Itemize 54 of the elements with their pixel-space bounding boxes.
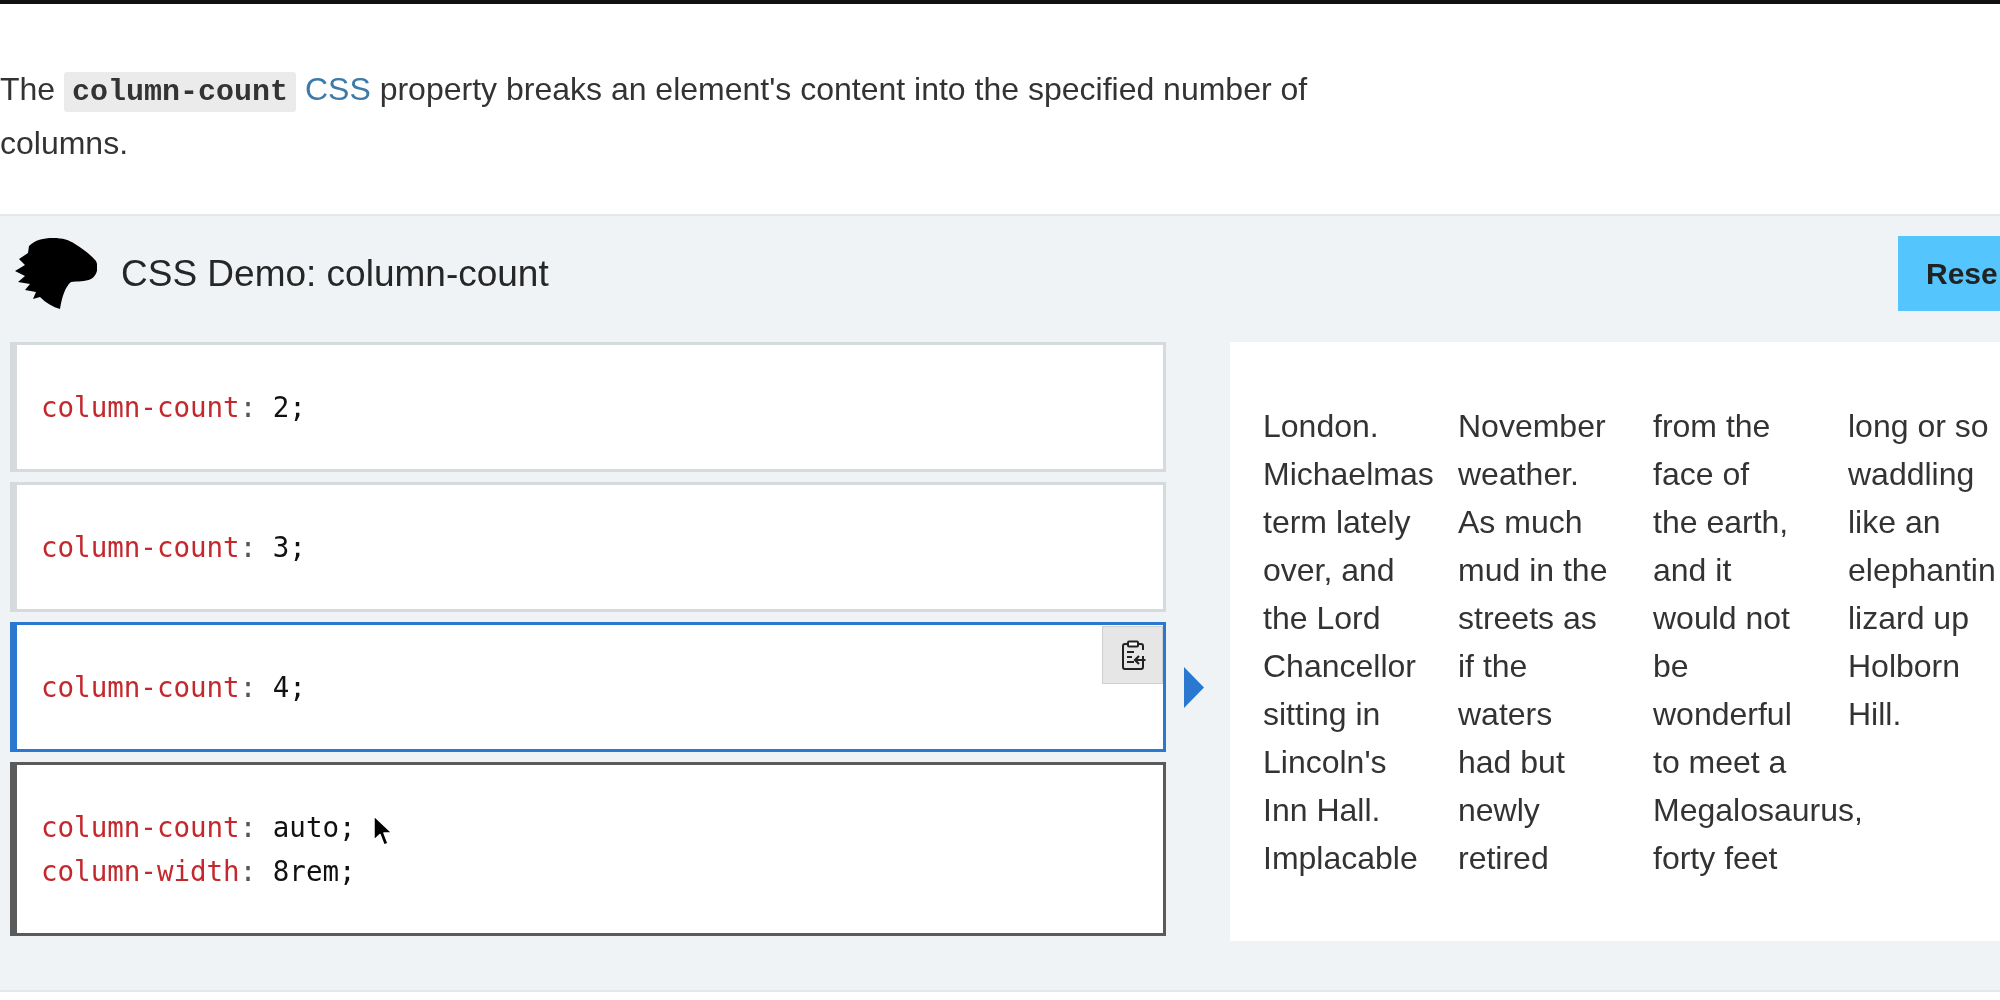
output-text-line: long or so xyxy=(1848,407,1989,446)
output-text-line: Implacable xyxy=(1263,839,1418,878)
output-text-line: like an xyxy=(1848,503,1941,542)
triangle-icon xyxy=(1184,666,1204,708)
code-line: column-width: 8rem; xyxy=(41,854,356,889)
output-text-line: from the xyxy=(1653,407,1771,446)
output-text-line: newly xyxy=(1458,791,1540,830)
output-text-line: would not xyxy=(1653,599,1790,638)
output-text-line: be xyxy=(1653,647,1689,686)
output-text-line: if the xyxy=(1458,647,1528,686)
output-text-line: Chancellor xyxy=(1263,647,1416,686)
code-line: column-count: 3; xyxy=(41,530,306,565)
output-text-line: sitting in xyxy=(1263,695,1381,734)
intro-paragraph: The column-count CSS property breaks an element's content into the specified number of columns. xyxy=(0,70,1309,163)
output-text-line: wonderful xyxy=(1653,695,1792,734)
output-text-line: weather. xyxy=(1458,455,1579,494)
code-editor[interactable]: column-count: 3; xyxy=(10,482,1166,612)
css-link[interactable]: CSS xyxy=(304,71,371,107)
output-text-line: streets as xyxy=(1458,599,1597,638)
output-text-line: the earth, xyxy=(1653,503,1789,542)
reset-button[interactable]: Rese xyxy=(1898,236,2000,311)
output-text-line: waddling xyxy=(1848,455,1975,494)
demo-title: CSS Demo: column-count xyxy=(121,252,549,295)
output-text-line: elephantin xyxy=(1848,551,1996,590)
code-editor[interactable]: column-count: 2; xyxy=(10,342,1166,472)
code-editor[interactable]: column-count: 4; xyxy=(10,622,1166,752)
output-text-line: London. xyxy=(1263,407,1379,446)
output-text-line: and it xyxy=(1653,551,1732,590)
output-text-line: As much xyxy=(1458,503,1583,542)
output-text-line: Inn Hall. xyxy=(1263,791,1381,830)
code-line: column-count: 2; xyxy=(41,390,306,425)
output-text-line: to meet a xyxy=(1653,743,1787,782)
output-text-line: face of xyxy=(1653,455,1750,494)
output-text-line: forty feet xyxy=(1653,839,1778,878)
copy-button[interactable] xyxy=(1102,626,1163,684)
output-text-line: waters xyxy=(1458,695,1553,734)
output-text-line: term lately xyxy=(1263,503,1411,542)
code-line: column-count: 4; xyxy=(41,670,306,705)
code-line: column-count: auto; xyxy=(41,810,356,845)
code-editor[interactable]: column-count: auto; column-width: 8rem; xyxy=(10,762,1166,936)
output-text-line: the Lord xyxy=(1263,599,1381,638)
output-text-line: had but xyxy=(1458,743,1565,782)
output-text-line: over, and xyxy=(1263,551,1395,590)
output-text-line: Megalosaurus, xyxy=(1653,791,1863,830)
output-text-line: Michaelmas xyxy=(1263,455,1434,494)
output-text-line: mud in the xyxy=(1458,551,1608,590)
output-text-line: Hill. xyxy=(1848,695,1902,734)
clipboard-icon xyxy=(1119,640,1146,670)
output-text-line: Holborn xyxy=(1848,647,1961,686)
output-text-line: Lincoln's xyxy=(1263,743,1387,782)
mouse-cursor-icon xyxy=(373,815,393,847)
output-text-line: lizard up xyxy=(1848,599,1969,638)
output-text-line: November xyxy=(1458,407,1606,446)
output-text-line: retired xyxy=(1458,839,1549,878)
